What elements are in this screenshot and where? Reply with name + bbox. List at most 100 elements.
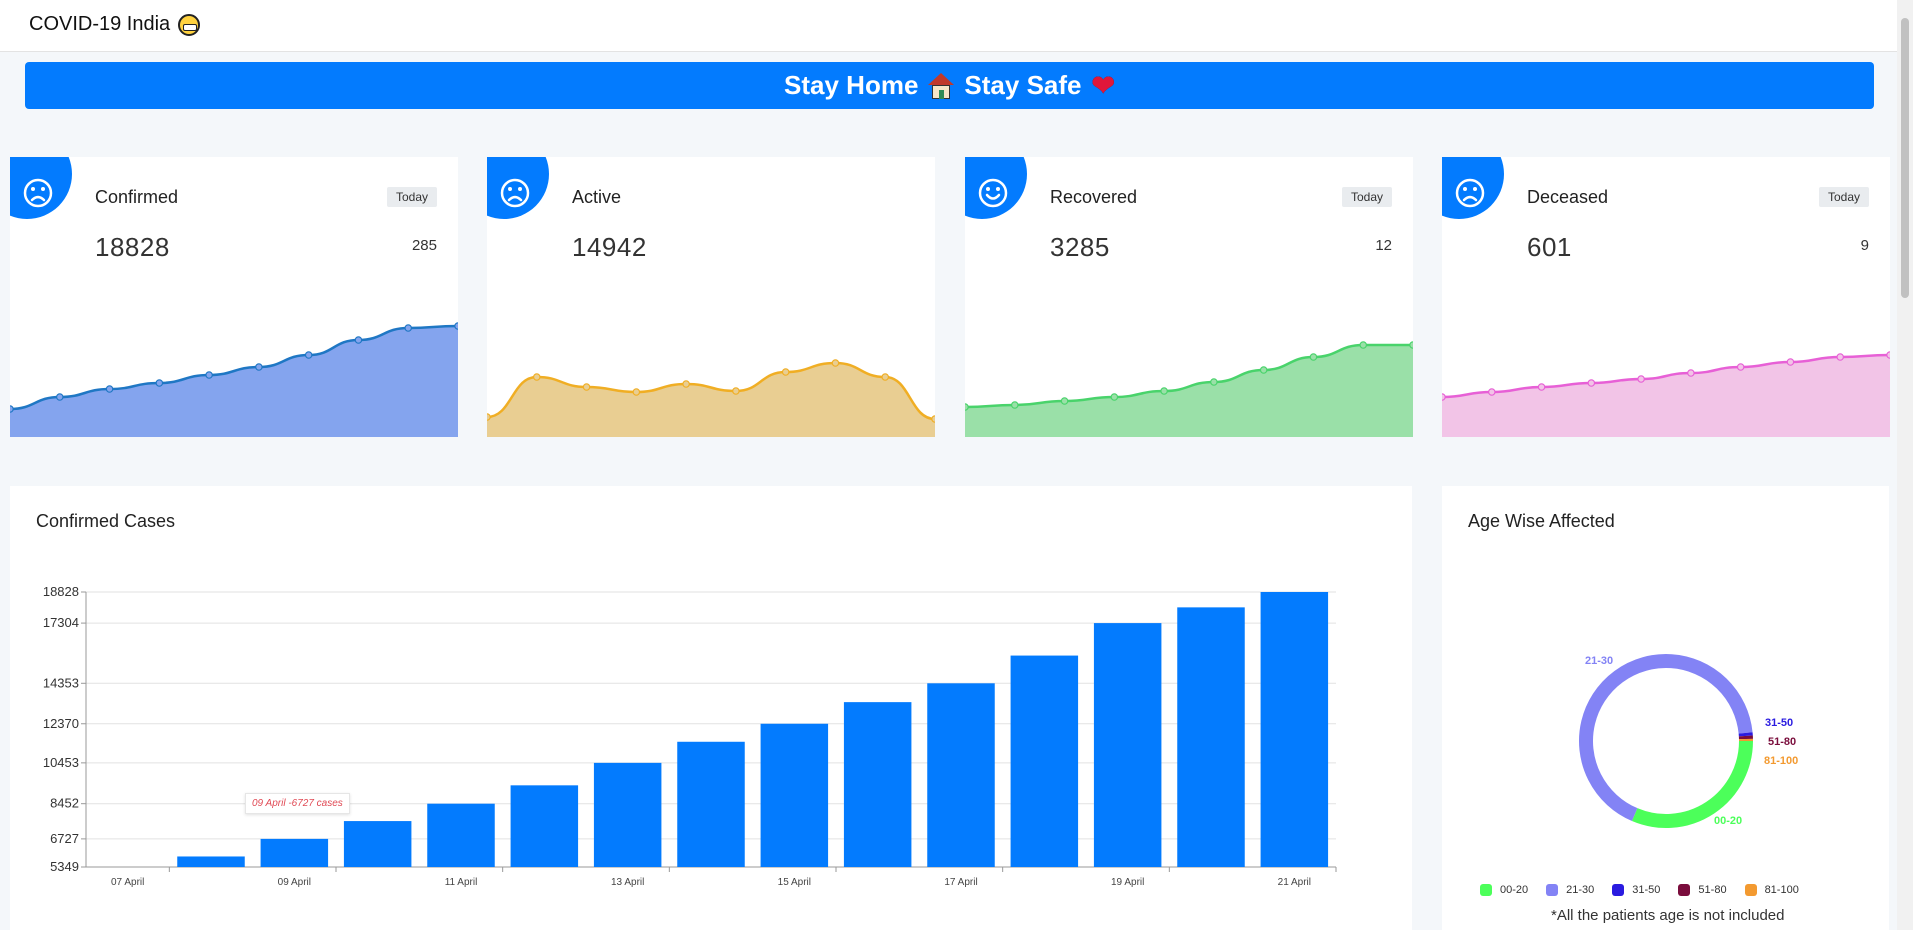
sparkline-point	[831, 359, 840, 367]
legend-label: 21-30	[1566, 884, 1595, 896]
sparkline-point	[304, 351, 313, 359]
sparkline-area	[1442, 355, 1890, 437]
legend-item[interactable]: 00-20	[1480, 884, 1528, 896]
brand-link[interactable]: COVID-19 India	[29, 13, 201, 36]
card-delta: 12	[1375, 237, 1392, 254]
sparkline-point	[1687, 369, 1695, 377]
sparkline-point	[10, 405, 14, 413]
active-sparkline	[487, 359, 935, 437]
sparkline-area	[965, 345, 1413, 437]
sparkline-point	[255, 363, 263, 371]
sparkline-point	[582, 383, 591, 391]
age-note: *All the patients age is not included	[1551, 907, 1785, 924]
age-wise-panel: Age Wise Affected	[1442, 486, 1889, 930]
panel-title: Age Wise Affected	[1468, 511, 1615, 531]
card-title: Active	[572, 187, 622, 207]
card-title: Confirmed	[95, 187, 179, 207]
sparkline-point	[55, 393, 64, 401]
sparkline-point	[1637, 375, 1645, 383]
legend-item[interactable]: 81-100	[1744, 884, 1799, 896]
sparkline-point	[1886, 351, 1890, 359]
legend-item[interactable]: 51-80	[1678, 884, 1727, 896]
sparkline-point	[404, 324, 413, 332]
card-deceased: Deceased Today 601 9	[1442, 157, 1890, 437]
sparkline-point	[881, 373, 890, 381]
sparkline-point	[354, 336, 363, 344]
card-count: 18828	[95, 232, 170, 262]
sad-face-icon	[1455, 178, 1485, 208]
legend-item[interactable]: 31-50	[1612, 884, 1660, 896]
sparkline-point	[205, 371, 213, 379]
card-title: Recovered	[1050, 187, 1138, 207]
chart-tooltip: 09 April -6727 cases	[245, 793, 350, 814]
card-recovered: Recovered Today 3285 12	[965, 157, 1413, 437]
sparkline-point	[1409, 341, 1413, 349]
sparkline-point	[732, 387, 740, 395]
sad-face-icon	[23, 178, 53, 208]
legend-swatch	[1678, 884, 1691, 896]
house-icon	[928, 72, 955, 99]
legend-item[interactable]: 21-30	[1546, 884, 1594, 896]
sparkline-point	[1537, 383, 1546, 391]
legend-label: 31-50	[1632, 884, 1661, 896]
page-scrollbar[interactable]	[1897, 0, 1913, 930]
sparkline-point	[1010, 401, 1019, 409]
sparkline-point	[931, 415, 935, 423]
mask-face-icon	[178, 13, 201, 36]
sparkline-point	[105, 385, 114, 393]
sparkline-point	[487, 413, 491, 421]
panel-title: Confirmed Cases	[36, 511, 176, 531]
heart-icon: ❤	[1091, 69, 1115, 101]
sad-face-icon	[500, 178, 530, 208]
confirmed-sparkline	[10, 322, 458, 437]
stay-home-banner: Stay Home Stay Safe ❤	[25, 62, 1874, 109]
card-confirmed: Confirmed Today 18828 285	[10, 157, 458, 437]
sparkline-point	[1786, 358, 1795, 366]
scrollbar-thumb[interactable]	[1901, 18, 1909, 298]
card-delta: 9	[1860, 237, 1869, 254]
card-count: 601	[1527, 232, 1572, 262]
legend-swatch	[1480, 884, 1492, 896]
card-count: 14942	[572, 232, 647, 262]
sparkline-point	[1060, 397, 1069, 405]
sparkline-point	[1587, 379, 1596, 387]
card-active: Active 14942	[487, 157, 935, 437]
sparkline-point	[1259, 366, 1268, 374]
legend-label: 81-100	[1764, 884, 1799, 896]
sparkline-point	[1309, 353, 1318, 361]
sparkline-point	[632, 388, 641, 396]
age-legend: 00-20 21-30 31-50 51-80 81-100	[1480, 884, 1799, 896]
sparkline-point	[1736, 363, 1745, 371]
card-delta: 285	[411, 237, 437, 254]
recovered-sparkline	[965, 341, 1413, 437]
legend-swatch	[1744, 884, 1757, 896]
sparkline-point	[781, 368, 790, 376]
sparkline-point	[1160, 387, 1168, 395]
today-badge: Today	[1341, 187, 1392, 207]
legend-label: 00-20	[1500, 884, 1529, 896]
sparkline-point	[1836, 353, 1845, 361]
sparkline-area	[10, 326, 458, 437]
legend-swatch	[1612, 884, 1625, 896]
sparkline-point	[1359, 341, 1368, 349]
confirmed-cases-panel: Confirmed Cases	[10, 486, 1412, 930]
today-badge: Today	[386, 187, 437, 207]
sparkline-point	[1487, 388, 1496, 396]
deceased-sparkline	[1442, 351, 1890, 437]
banner-text-home: Stay Home	[784, 70, 919, 100]
sparkline-point	[965, 403, 969, 411]
top-navbar: COVID-19 India	[0, 0, 1897, 52]
banner-text-safe: Stay Safe	[964, 70, 1082, 100]
card-count: 3285	[1050, 232, 1110, 262]
sparkline-point	[454, 322, 458, 330]
sparkline-point	[532, 373, 541, 381]
sparkline-point	[682, 380, 690, 388]
card-title: Deceased	[1527, 187, 1609, 207]
sparkline-point	[1110, 393, 1119, 401]
happy-face-icon	[978, 178, 1008, 208]
sparkline-point	[1442, 393, 1446, 401]
sparkline-point	[155, 379, 164, 387]
sparkline-point	[1210, 378, 1218, 386]
legend-swatch	[1546, 884, 1559, 896]
today-badge: Today	[1818, 187, 1869, 207]
